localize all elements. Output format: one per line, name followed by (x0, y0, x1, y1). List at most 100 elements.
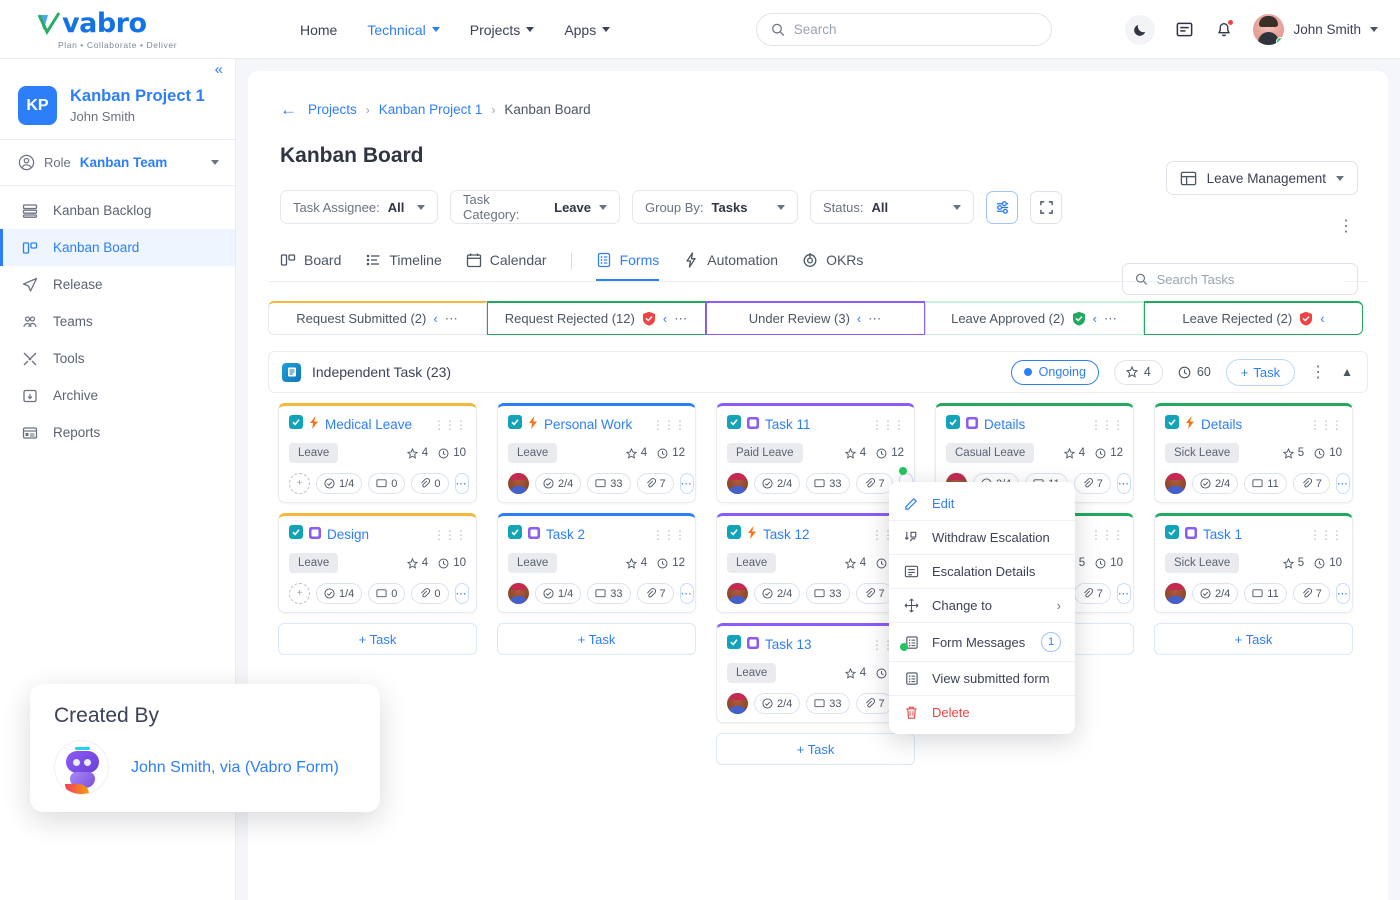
context-menu-item-edit[interactable]: Edit (889, 487, 1075, 520)
sidebar-item-tools[interactable]: Tools (0, 340, 235, 377)
column-header-leave-rejected[interactable]: Leave Rejected (2) ‹ (1144, 301, 1363, 335)
chevron-left-icon[interactable]: ‹ (857, 311, 861, 326)
column-menu-icon[interactable]: ⋯ (1104, 311, 1118, 327)
nav-item-technical[interactable]: Technical (367, 22, 440, 38)
add-task-button[interactable]: + Task (278, 623, 477, 655)
tab-timeline[interactable]: Timeline (365, 252, 442, 281)
user-menu[interactable]: John Smith (1253, 14, 1378, 45)
status-filter[interactable]: Status: All (810, 190, 974, 224)
drag-handle-icon[interactable]: ⋮⋮⋮ (1309, 529, 1343, 541)
context-menu-item-change-to[interactable]: Change to › (889, 588, 1075, 622)
drag-handle-icon[interactable]: ⋮⋮⋮ (652, 529, 686, 541)
column-header-request-submitted[interactable]: Request Submitted (2) ‹ ⋯ (268, 301, 487, 335)
add-task-button[interactable]: + Task (716, 733, 915, 765)
task-card[interactable]: Personal Work ⋮⋮⋮ Leave 4 12 2/4 33 7 ⋯ (497, 403, 696, 503)
chevron-left-icon[interactable]: ‹ (663, 311, 667, 326)
add-assignee-button[interactable]: + (289, 473, 310, 494)
add-task-button[interactable]: + Task (1154, 623, 1353, 655)
task-menu-button[interactable]: ⋯ (1335, 473, 1350, 494)
sidebar-project-header[interactable]: KP Kanban Project 1 John Smith (0, 59, 235, 140)
back-arrow-icon[interactable]: ← (280, 101, 297, 118)
drag-handle-icon[interactable]: ⋮⋮⋮ (1090, 529, 1124, 541)
tab-okrs[interactable]: OKRs (802, 252, 863, 281)
column-header-leave-approved[interactable]: Leave Approved (2) ‹ ⋯ (925, 301, 1144, 335)
search-tasks-input[interactable] (1156, 271, 1345, 287)
add-task-button[interactable]: + Task (1225, 358, 1296, 386)
context-menu-item-withdraw-escalation[interactable]: Withdraw Escalation (889, 520, 1075, 554)
add-assignee-button[interactable]: + (289, 583, 310, 604)
task-menu-button[interactable]: ⋯ (454, 473, 469, 494)
column-menu-icon[interactable]: ⋯ (674, 311, 688, 327)
sidebar-item-archive[interactable]: Archive (0, 377, 235, 414)
sidebar-item-release[interactable]: Release (0, 266, 235, 303)
drag-handle-icon[interactable]: ⋮⋮⋮ (871, 419, 905, 431)
context-menu-item-view-submitted-form[interactable]: View submitted form (889, 661, 1075, 695)
advanced-filters-button[interactable] (986, 190, 1018, 224)
task-menu-button[interactable]: ⋯ (454, 583, 469, 604)
drag-handle-icon[interactable]: ⋮⋮⋮ (433, 529, 467, 541)
tasks-list-button[interactable] (1173, 19, 1195, 41)
vabro-logo[interactable]: vabro Plan • Collaborate • Deliver (36, 8, 206, 50)
context-menu-item-delete[interactable]: Delete (889, 695, 1075, 729)
task-card[interactable]: Medical Leave ⋮⋮⋮ Leave 4 10 +1/4 0 0 ⋯ (278, 403, 477, 503)
task-menu-button[interactable]: ⋯ (1116, 583, 1131, 604)
sidebar-item-reports[interactable]: Reports (0, 414, 235, 451)
nav-item-projects[interactable]: Projects (470, 22, 535, 38)
created-by-title: Created By (54, 704, 160, 727)
chevron-left-icon[interactable]: ‹ (433, 311, 437, 326)
page-options-menu[interactable]: ⋮ (1338, 219, 1354, 235)
group-by-filter[interactable]: Group By: Tasks (632, 190, 798, 224)
chevron-left-icon[interactable]: ‹ (1093, 311, 1097, 326)
task-menu-button[interactable]: ⋯ (679, 583, 694, 604)
column-header-under-review[interactable]: Under Review (3) ‹ ⋯ (706, 301, 925, 335)
global-search[interactable] (756, 13, 1052, 46)
column-header-request-rejected[interactable]: Request Rejected (12) ‹ ⋯ (487, 301, 706, 335)
task-menu-button[interactable]: ⋯ (1116, 473, 1131, 494)
task-card[interactable]: Details ⋮⋮⋮ Sick Leave 5 10 2/4 11 7 ⋯ (1154, 403, 1353, 503)
tab-board[interactable]: Board (280, 252, 341, 281)
task-card[interactable]: Task 1 ⋮⋮⋮ Sick Leave 5 10 2/4 11 7 ⋯ (1154, 513, 1353, 613)
drag-handle-icon[interactable]: ⋮⋮⋮ (433, 419, 467, 431)
global-search-input[interactable] (793, 22, 1037, 37)
task-category-filter[interactable]: Task Category: Leave (450, 190, 620, 224)
breadcrumb-kanban-project-1[interactable]: Kanban Project 1 (379, 102, 483, 117)
notifications-button[interactable] (1213, 18, 1235, 41)
task-card[interactable]: Task 12⋮⋮⋮ Leave412 2/4337 (716, 513, 915, 613)
task-card[interactable]: Task 11⋮⋮⋮ Paid Leave412 2/4337⋯ (716, 403, 915, 503)
task-menu-button[interactable]: ⋯ (679, 473, 694, 494)
nav-item-apps[interactable]: Apps (564, 22, 611, 38)
drag-handle-icon[interactable]: ⋮⋮⋮ (652, 419, 686, 431)
created-by-name[interactable]: John Smith, via (Vabro Form) (131, 759, 339, 777)
search-tasks[interactable] (1122, 263, 1358, 295)
sidebar-item-kanban-board[interactable]: Kanban Board (0, 229, 235, 266)
drag-handle-icon[interactable]: ⋮⋮⋮ (1090, 419, 1124, 431)
nav-item-home[interactable]: Home (300, 22, 337, 38)
tab-calendar[interactable]: Calendar (466, 252, 547, 281)
task-menu-button[interactable]: ⋯ (1335, 583, 1350, 604)
tab-forms[interactable]: Forms (595, 252, 660, 281)
group-menu-icon[interactable]: ⋮ (1310, 362, 1326, 382)
task-card[interactable]: Task 2 ⋮⋮⋮ Leave 4 12 1/4 33 7 ⋯ (497, 513, 696, 613)
tab-label: Forms (619, 252, 660, 268)
sidebar-collapse-button[interactable]: « (215, 62, 223, 77)
task-card[interactable]: Design ⋮⋮⋮ Leave 4 10 +1/4 0 0 ⋯ (278, 513, 477, 613)
column-menu-icon[interactable]: ⋯ (445, 311, 459, 327)
context-menu-item-escalation-details[interactable]: Escalation Details (889, 554, 1075, 588)
context-menu-item-form-messages[interactable]: Form Messages 1 (889, 622, 1075, 661)
sidebar-item-kanban-backlog[interactable]: Kanban Backlog (0, 192, 235, 229)
tab-automation[interactable]: Automation (683, 252, 778, 281)
breadcrumb-projects[interactable]: Projects (308, 102, 357, 117)
add-task-button[interactable]: + Task (497, 623, 696, 655)
leave-management-dropdown[interactable]: Leave Management (1165, 161, 1358, 195)
task-assignee-filter[interactable]: Task Assignee: All (280, 190, 438, 224)
chevron-left-icon[interactable]: ‹ (1320, 311, 1324, 326)
role-selector[interactable]: Role Kanban Team (0, 140, 235, 186)
task-card[interactable]: Task 13⋮⋮⋮ Leave412 2/4337 (716, 623, 915, 723)
drag-handle-icon[interactable]: ⋮⋮⋮ (1309, 419, 1343, 431)
group-header-independent-task[interactable]: Independent Task (23) Ongoing 4 60 + Tas… (268, 351, 1368, 393)
fullscreen-button[interactable] (1030, 190, 1062, 224)
sidebar-item-teams[interactable]: Teams (0, 303, 235, 340)
group-collapse-icon[interactable]: ▲ (1341, 365, 1353, 379)
dark-mode-toggle[interactable] (1125, 14, 1156, 45)
column-menu-icon[interactable]: ⋯ (868, 311, 882, 327)
